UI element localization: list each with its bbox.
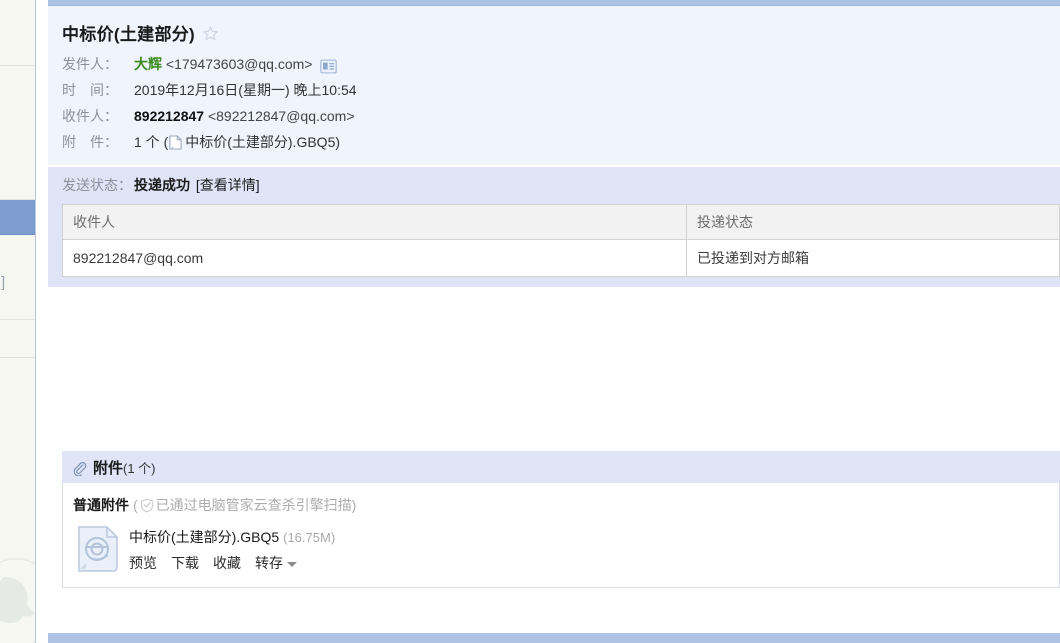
delivery-table: 收件人 投递状态 892212847@qq.com 已投递到对方邮箱	[62, 204, 1060, 277]
scan-text: 已通过电脑管家云查杀引擎扫描	[155, 497, 352, 513]
time-value: 2019年12月16日(星期一) 晚上10:54	[134, 82, 357, 98]
attachment-file-meta: 中标价(土建部分).GBQ5 (16.75M) 预览 下载 收藏 转存	[129, 525, 335, 573]
mail-body	[48, 287, 1060, 451]
bottom-spacer	[48, 619, 1060, 633]
mail-list-pane-sliver: 空]	[0, 0, 36, 643]
to-row: 收件人： 892212847 <892212847@qq.com>	[62, 103, 1060, 129]
download-button[interactable]: 下载	[171, 553, 199, 573]
attachment-scan-note: ( 已通过电脑管家云查杀引擎扫描)	[133, 497, 356, 513]
attachment-actions: 预览 下载 收藏 转存	[129, 553, 335, 573]
from-label: 发件人：	[62, 56, 118, 72]
attachment-kind-row: 普通附件( 已通过电脑管家云查杀引擎扫描)	[63, 495, 1059, 515]
recipient-display-name[interactable]: 892212847	[134, 108, 204, 124]
time-label: 时 间：	[62, 82, 118, 98]
scan-suffix: )	[351, 497, 357, 513]
page-title: 中标价(土建部分)	[62, 25, 196, 44]
contact-card-icon[interactable]	[320, 59, 338, 74]
mail-header: 中标价(土建部分) 发件人： 大辉 <179473603@qq.com> 时 间…	[48, 6, 1060, 166]
list-item[interactable]: 空]	[0, 235, 35, 320]
list-item[interactable]	[0, 66, 35, 200]
preview-button[interactable]: 预览	[129, 553, 157, 573]
attachments-header: 附件 (1 个)	[62, 451, 1060, 483]
from-row: 发件人： 大辉 <179473603@qq.com>	[62, 51, 1060, 77]
attachment-count-text: 1 个 (	[134, 134, 169, 150]
time-row: 时 间： 2019年12月16日(星期一) 晚上10:54	[62, 77, 1060, 103]
file-icon	[169, 135, 182, 150]
attachment-summary-label: 附 件：	[62, 134, 118, 150]
attachments-count: (1 个)	[123, 460, 156, 476]
shield-check-icon	[140, 498, 154, 513]
attachment-item: 中标价(土建部分).GBQ5 (16.75M) 预览 下载 收藏 转存	[63, 525, 1059, 573]
scan-prefix: (	[133, 497, 138, 513]
saveas-button[interactable]: 转存	[255, 553, 283, 573]
reading-pane: 中标价(土建部分) 发件人： 大辉 <179473603@qq.com> 时 间…	[48, 0, 1060, 643]
list-item[interactable]	[0, 0, 35, 66]
caret-down-icon[interactable]	[287, 561, 297, 567]
to-value: 892212847 <892212847@qq.com>	[134, 108, 355, 124]
send-status-label: 发送状态：	[62, 177, 132, 193]
table-row: 892212847@qq.com 已投递到对方邮箱	[62, 239, 1060, 277]
gbq-file-icon[interactable]	[77, 525, 119, 573]
attachments-title: 附件	[93, 459, 124, 477]
cell-status: 已投递到对方邮箱	[686, 239, 1060, 277]
qq-penguin-watermark-icon	[0, 558, 35, 643]
to-label: 收件人：	[62, 108, 118, 124]
attachment-suffix: )	[335, 134, 341, 150]
table-header-row: 收件人 投递状态	[62, 204, 1060, 240]
attachment-summary-row: 附 件： 1 个 ( 中标价(土建部分).GBQ5)	[62, 129, 1060, 155]
column-header-recipient: 收件人	[62, 204, 687, 240]
attachment-file-name[interactable]: 中标价(土建部分).GBQ5	[185, 134, 335, 150]
send-status-value: 投递成功	[134, 177, 190, 193]
attachment-summary-value: 1 个 ( 中标价(土建部分).GBQ5)	[134, 132, 340, 152]
recipient-address: <892212847@qq.com>	[207, 108, 355, 124]
sender-display-name[interactable]: 大辉	[134, 56, 162, 72]
mail-reading-window: 空] 中标价(土建部分) 发件人：	[0, 0, 1060, 643]
mail-header-fields: 发件人： 大辉 <179473603@qq.com> 时 间： 2019年12月…	[48, 51, 1060, 155]
list-item[interactable]	[0, 320, 35, 358]
pane-gap	[37, 0, 48, 643]
attachment-file-line: 中标价(土建部分).GBQ5 (16.75M)	[129, 527, 335, 547]
attachment-size: (16.75M)	[283, 530, 336, 545]
cell-recipient: 892212847@qq.com	[62, 239, 687, 277]
attachment-kind-label: 普通附件	[73, 497, 129, 513]
paperclip-icon	[72, 461, 87, 477]
list-item-text-fragment: 空]	[0, 274, 6, 291]
sender-address: <179473603@qq.com>	[165, 56, 313, 72]
column-header-status: 投递状态	[686, 204, 1060, 240]
send-status-bar: 发送状态： 投递成功 [查看详情]	[48, 166, 1060, 204]
attachment-name[interactable]: 中标价(土建部分).GBQ5	[129, 529, 279, 545]
attachments-section: 附件 (1 个) 普通附件( 已通过电脑管家云查杀引擎扫描) 中标价(土建部分)…	[48, 451, 1060, 588]
from-value: 大辉 <179473603@qq.com>	[134, 54, 312, 74]
attachments-panel: 普通附件( 已通过电脑管家云查杀引擎扫描) 中标价(土建部分).GBQ5 (16…	[62, 483, 1060, 588]
list-item-selected[interactable]	[0, 200, 35, 235]
delivery-table-wrap: 收件人 投递状态 892212847@qq.com 已投递到对方邮箱	[48, 204, 1060, 287]
star-outline-icon[interactable]	[202, 25, 219, 42]
bottom-accent-bar	[48, 633, 1060, 643]
subject-line: 中标价(土建部分)	[48, 20, 1060, 51]
favorite-button[interactable]: 收藏	[213, 553, 241, 573]
view-detail-link[interactable]: [查看详情]	[196, 177, 260, 193]
